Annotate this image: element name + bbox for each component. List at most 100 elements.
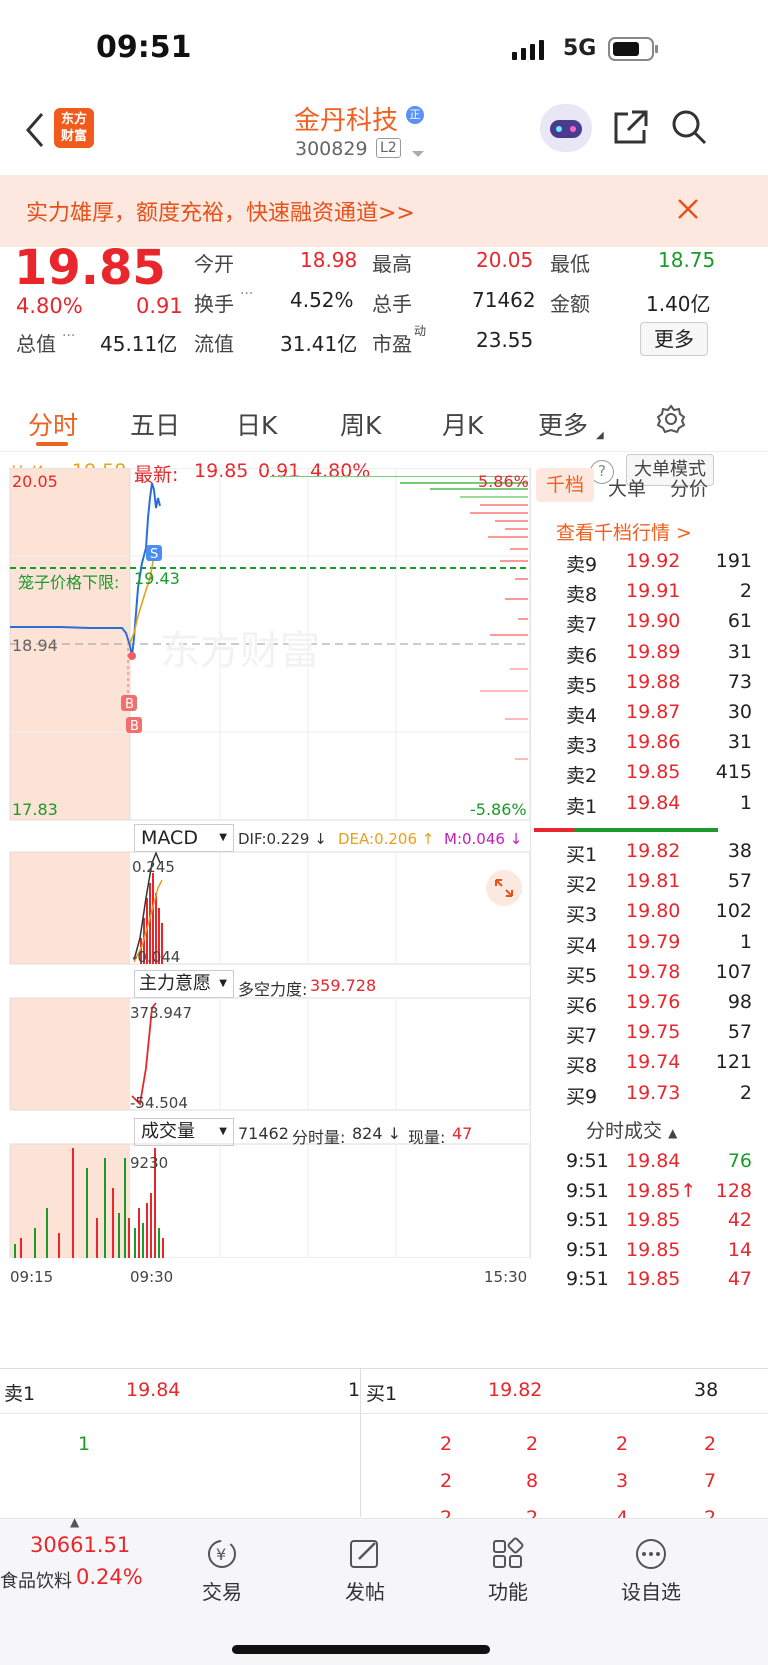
ask-volume: 2 — [739, 580, 752, 603]
open-label: 今开 — [194, 252, 234, 276]
ask-row[interactable]: 卖9 19.92 191 — [566, 546, 768, 578]
ask-row[interactable]: 卖6 19.89 31 — [566, 637, 768, 669]
index-name[interactable]: 食品饮料 — [0, 1567, 72, 1593]
chart-tabs: 分时 五日 日K 周K 月K 更多 ◢ — [0, 390, 768, 452]
buy1-label: 买1 — [366, 1383, 398, 1405]
bid-level: 买6 — [566, 995, 598, 1017]
ask-row[interactable]: 卖7 19.90 61 — [566, 606, 768, 638]
will-selector[interactable]: 主力意愿 ▼ — [134, 970, 234, 998]
bid-row[interactable]: 买7 19.75 57 — [566, 1017, 768, 1049]
volume-selector[interactable]: 成交量 ▼ — [134, 1118, 234, 1146]
will-bottom: -54.504 — [130, 1094, 188, 1112]
tab-weekly-k[interactable]: 周K — [340, 406, 381, 442]
nav-post[interactable]: 发帖 — [315, 1537, 415, 1605]
index-value[interactable]: 30661.51 — [30, 1533, 130, 1557]
bid-row[interactable]: 买5 19.78 107 — [566, 957, 768, 989]
macd-m: M:0.046 ↓ — [444, 830, 523, 848]
ask-volume: 415 — [715, 761, 752, 784]
back-icon[interactable] — [20, 110, 50, 150]
bid-price: 19.73 — [626, 1081, 681, 1104]
buy-queue-item: 7 — [704, 1470, 717, 1492]
expand-icon[interactable] — [486, 870, 522, 906]
volume-per: 824 ↓ — [352, 1124, 402, 1143]
bid-level: 买3 — [566, 904, 598, 927]
nav-trade[interactable]: ¥ 交易 — [172, 1537, 272, 1605]
trades-title[interactable]: 分时成交 ▲ — [586, 1116, 677, 1143]
dropdown-icon[interactable] — [412, 144, 424, 157]
bid-volume: 57 — [727, 1021, 752, 1044]
bid-price: 19.80 — [626, 900, 681, 923]
cage-value: 19.43 — [134, 569, 180, 588]
bid-volume: 2 — [739, 1081, 752, 1104]
stock-code: 300829 — [295, 138, 368, 160]
close-icon[interactable] — [676, 197, 700, 221]
bid-row[interactable]: 买6 19.76 98 — [566, 987, 768, 1019]
ask-price: 19.85 — [626, 761, 681, 784]
buy-queue-item: 2 — [616, 1433, 629, 1455]
robot-avatar[interactable] — [540, 104, 592, 152]
ask-row[interactable]: 卖4 19.87 30 — [566, 697, 768, 729]
tab-more[interactable]: 更多 — [538, 406, 588, 442]
book-row-divider — [0, 1413, 768, 1414]
bid-row[interactable]: 买1 19.82 38 — [566, 836, 768, 868]
nav-features[interactable]: 功能 — [458, 1537, 558, 1605]
more-button[interactable]: 更多 — [640, 322, 708, 356]
bid-row[interactable]: 买9 19.73 2 — [566, 1078, 768, 1110]
tab-price-split[interactable]: 分价 — [670, 474, 708, 501]
buy-queue-item: 2 — [440, 1433, 453, 1455]
promo-banner[interactable]: 实力雄厚，额度充裕，快速融资通道>> — [0, 175, 768, 247]
ask-row[interactable]: 卖8 19.91 2 — [566, 576, 768, 608]
turnover-label: 换手 — [194, 292, 234, 316]
tab-intraday[interactable]: 分时 — [28, 406, 78, 442]
bid-row[interactable]: 买4 19.79 1 — [566, 927, 768, 959]
stock-name[interactable]: 金丹科技 — [294, 100, 398, 137]
tab-thousand-level[interactable]: 千档 — [536, 468, 594, 502]
bid-row[interactable]: 买8 19.74 121 — [566, 1047, 768, 1079]
tab-big-order[interactable]: 大单 — [608, 474, 646, 501]
status-bar: 09:51 5G — [0, 0, 768, 100]
buy-queue-item: 2 — [526, 1433, 539, 1455]
view-thousand-link[interactable]: 查看千档行情 > — [556, 518, 692, 545]
index-pct[interactable]: 0.24% — [76, 1565, 143, 1589]
pe-value: 23.55 — [476, 328, 534, 352]
trade-row: 9:51 19.85 42 — [566, 1205, 768, 1236]
tab-5day[interactable]: 五日 — [130, 406, 180, 442]
nav-add-watchlist[interactable]: 设自选 — [601, 1537, 701, 1605]
info-icon[interactable]: ··· — [62, 328, 75, 344]
macd-bottom: -0.044 — [132, 948, 181, 966]
ask-row[interactable]: 卖3 19.86 31 — [566, 727, 768, 759]
features-icon — [493, 1537, 524, 1568]
trade-price: 19.85 — [626, 1209, 681, 1231]
pct-top-label: 5.86% — [478, 472, 529, 491]
trade-time: 9:51 — [566, 1238, 609, 1261]
macd-name: MACD — [141, 827, 198, 849]
ask-row[interactable]: 卖2 19.85 415 — [566, 757, 768, 789]
nav-add-watchlist-label: 设自选 — [621, 1580, 681, 1604]
bid-row[interactable]: 买2 19.81 57 — [566, 866, 768, 898]
tab-daily-k[interactable]: 日K — [236, 406, 277, 442]
macd-dropdown-icon: ▼ — [219, 832, 227, 843]
app-logo[interactable]: 东方 财富 — [54, 108, 94, 148]
ask-price: 19.92 — [626, 550, 681, 572]
ask-level: 卖7 — [566, 614, 598, 637]
buy-marker-2: B — [130, 719, 139, 734]
search-icon[interactable] — [670, 108, 708, 146]
bid-volume: 38 — [727, 840, 752, 862]
high-label: 最高 — [372, 252, 412, 276]
banner-text[interactable]: 实力雄厚，额度充裕，快速融资通道>> — [26, 195, 415, 227]
volume-name: 成交量 — [141, 1121, 195, 1142]
level1-book: 卖1 19.84 1 买1 19.82 38 1 222228372242 — [0, 1368, 768, 1529]
level-badge[interactable]: L2 — [376, 138, 401, 158]
ask-level: 卖4 — [566, 705, 598, 727]
bid-row[interactable]: 买3 19.80 102 — [566, 896, 768, 928]
buy-queue-item: 2 — [704, 1433, 717, 1455]
share-icon[interactable] — [612, 108, 650, 146]
settings-icon[interactable] — [656, 404, 686, 434]
bid-volume: 107 — [715, 960, 752, 983]
tab-monthly-k[interactable]: 月K — [442, 406, 483, 442]
turnover-info-icon[interactable]: ··· — [240, 286, 253, 302]
ask-level: 卖6 — [566, 644, 598, 667]
macd-selector[interactable]: MACD ▼ — [134, 824, 234, 852]
ask-row[interactable]: 卖5 19.88 73 — [566, 667, 768, 699]
ask-row[interactable]: 卖1 19.84 1 — [566, 788, 768, 820]
